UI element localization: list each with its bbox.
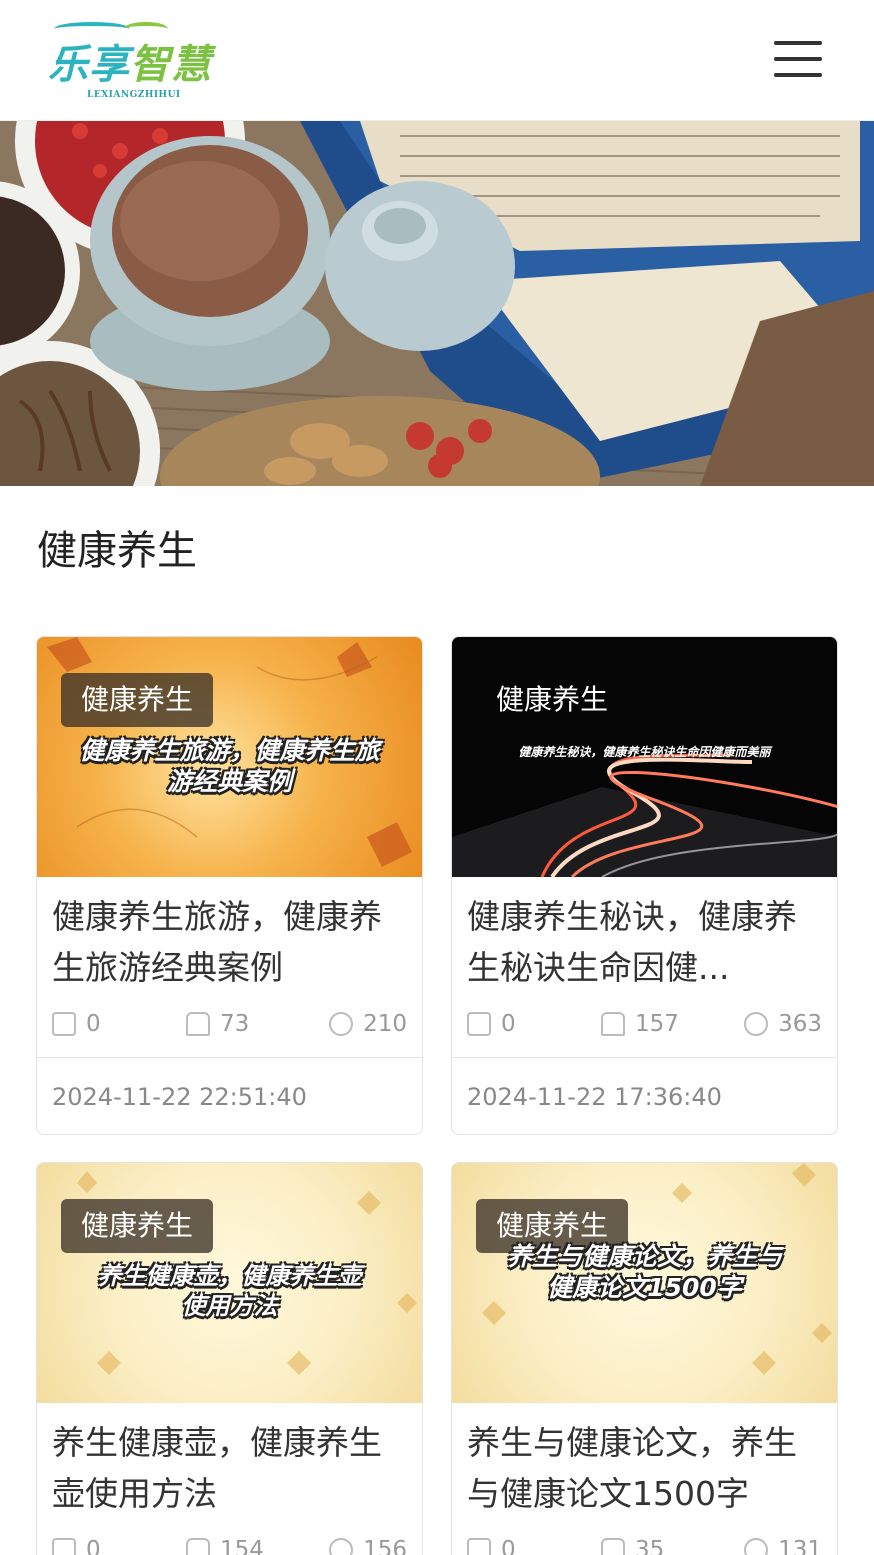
hamburger-menu-icon[interactable] xyxy=(770,36,826,84)
card-thumbnail[interactable]: 健康养生 养生健康壶，健康养生壶使用方法 xyxy=(37,1163,422,1403)
card-title[interactable]: 健康养生秘诀，健康养生秘诀生命因健... xyxy=(467,891,817,993)
thumbnail-caption: 健康养生秘诀，健康养生秘诀生命因健康而美丽 xyxy=(518,745,771,759)
stat-comments: 0 xyxy=(52,1537,101,1555)
card-divider xyxy=(452,1057,837,1058)
stat-likes: 73 xyxy=(186,1011,249,1037)
article-card[interactable]: 健康养生 养生健康壶，健康养生壶使用方法 养生健康壶，健康养生壶使用方法 0 1… xyxy=(36,1162,423,1555)
thumbnail-caption: 健康养生旅游，健康养生旅游经典案例 xyxy=(79,736,380,797)
stat-likes: 157 xyxy=(601,1011,679,1037)
view-icon xyxy=(329,1012,354,1036)
card-stats: 0 73 210 xyxy=(52,1011,407,1041)
stat-views: 363 xyxy=(744,1011,822,1037)
hero-banner xyxy=(0,121,874,486)
comment-icon xyxy=(52,1538,76,1555)
stat-views: 156 xyxy=(329,1537,407,1555)
card-date: 2024-11-22 22:51:40 xyxy=(52,1083,307,1111)
stat-comments: 0 xyxy=(52,1011,101,1037)
thumbnail-caption: 养生与健康论文，养生与健康论文1500字 xyxy=(506,1242,782,1303)
category-tag: 健康养生 xyxy=(496,683,609,716)
card-title[interactable]: 养生健康壶，健康养生壶使用方法 xyxy=(52,1417,402,1519)
article-card[interactable]: 健康养生 养生与健康论文，养生与健康论文1500字 养生与健康论文，养生与健康论… xyxy=(451,1162,838,1555)
card-thumbnail[interactable]: 健康养生 健康养生秘诀，健康养生秘诀生命因健康而美丽 xyxy=(452,637,837,877)
category-tag: 健康养生 xyxy=(61,1199,214,1253)
logo-text: 乐享智慧 xyxy=(48,42,212,88)
site-logo[interactable]: 乐享智慧 LEXIANGZHIHUI xyxy=(44,20,224,104)
article-card[interactable]: 健康养生 健康养生旅游，健康养生旅游经典案例 健康养生旅游，健康养生旅游经典案例… xyxy=(36,636,423,1135)
card-stats: 0 157 363 xyxy=(467,1011,822,1041)
stat-comments: 0 xyxy=(467,1537,516,1555)
stat-likes: 35 xyxy=(601,1537,664,1555)
card-divider xyxy=(37,1057,422,1058)
card-title[interactable]: 健康养生旅游，健康养生旅游经典案例 xyxy=(52,891,402,993)
section-title: 健康养生 xyxy=(37,528,197,574)
like-icon xyxy=(186,1012,210,1036)
like-icon xyxy=(601,1012,625,1036)
tea-herbs-image xyxy=(0,121,874,486)
view-icon xyxy=(329,1538,354,1555)
stat-likes: 154 xyxy=(186,1537,264,1555)
card-title[interactable]: 养生与健康论文，养生与健康论文1500字 xyxy=(467,1417,817,1519)
site-header: 乐享智慧 LEXIANGZHIHUI xyxy=(0,0,874,121)
category-tag: 健康养生 xyxy=(61,673,214,727)
like-icon xyxy=(186,1538,210,1555)
card-thumbnail[interactable]: 健康养生 健康养生旅游，健康养生旅游经典案例 xyxy=(37,637,422,877)
stat-views: 210 xyxy=(329,1011,407,1037)
card-stats: 0 35 131 xyxy=(467,1537,822,1555)
comment-icon xyxy=(467,1012,491,1036)
view-icon xyxy=(744,1538,769,1555)
comment-icon xyxy=(467,1538,491,1555)
card-stats: 0 154 156 xyxy=(52,1537,407,1555)
card-date: 2024-11-22 17:36:40 xyxy=(467,1083,722,1111)
thumbnail-caption: 养生健康壶，健康养生壶使用方法 xyxy=(97,1262,362,1320)
article-card[interactable]: 健康养生 健康养生秘诀，健康养生秘诀生命因健康而美丽 健康养生秘诀，健康养生秘诀… xyxy=(451,636,838,1135)
card-thumbnail[interactable]: 健康养生 养生与健康论文，养生与健康论文1500字 xyxy=(452,1163,837,1403)
stat-views: 131 xyxy=(744,1537,822,1555)
view-icon xyxy=(744,1012,769,1036)
stat-comments: 0 xyxy=(467,1011,516,1037)
comment-icon xyxy=(52,1012,76,1036)
like-icon xyxy=(601,1538,625,1555)
logo-subtext: LEXIANGZHIHUI xyxy=(87,90,181,100)
